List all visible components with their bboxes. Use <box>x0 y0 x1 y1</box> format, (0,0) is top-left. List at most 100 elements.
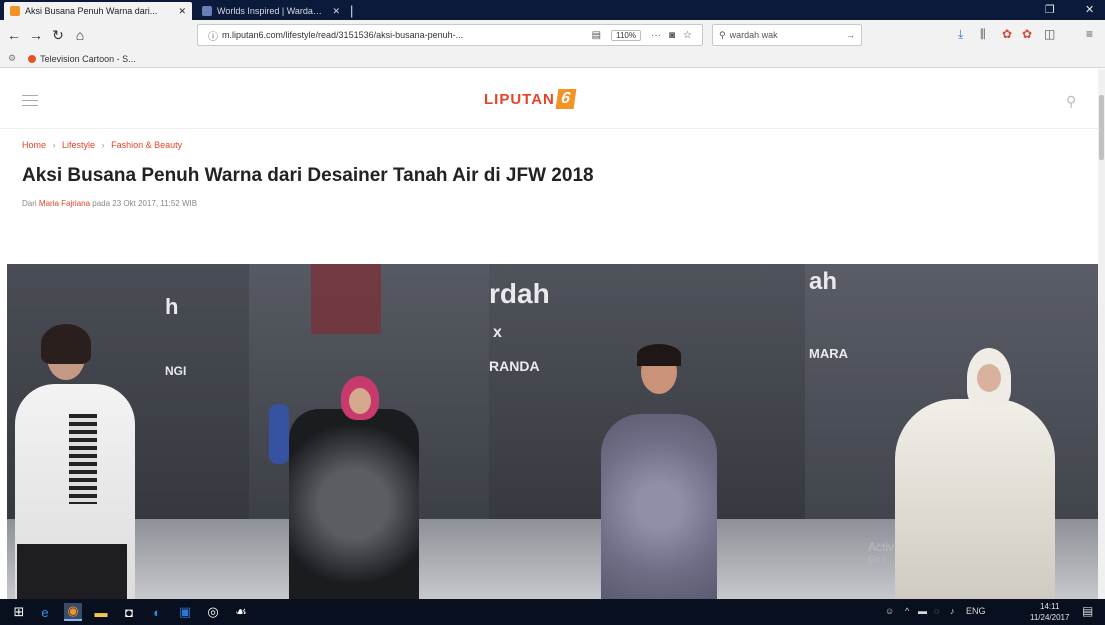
gear-icon: ⚙ <box>8 53 17 63</box>
article-hero-image[interactable]: h NGI rdah x RANDA ah MARA <box>7 264 1098 599</box>
volume-icon[interactable]: ♪ <box>950 606 955 616</box>
sidebar-icon[interactable]: ◫ <box>1044 27 1055 41</box>
notification-icon[interactable]: ▤ <box>1082 604 1093 618</box>
forward-icon[interactable]: → <box>26 25 46 45</box>
extension-2-icon[interactable]: ✿ <box>1022 27 1032 41</box>
search-go-icon[interactable]: → <box>846 30 855 40</box>
model-hair <box>637 344 681 366</box>
app-2-icon[interactable]: ◎ <box>204 603 222 621</box>
window-restore-icon[interactable]: ❐ <box>1045 3 1055 16</box>
search-icon: ⚲ <box>719 29 726 40</box>
library-icon[interactable]: ⫼ <box>980 27 986 42</box>
backdrop-text: x <box>493 324 502 341</box>
logo-text: LIPUTAN <box>484 90 555 108</box>
windows-start-icon[interactable]: ⊞ <box>10 603 28 621</box>
close-tab-icon[interactable]: ✕ <box>332 6 340 17</box>
gallery-panel-1: h NGI <box>7 264 249 599</box>
reload-icon[interactable]: ↻ <box>48 25 68 45</box>
tray-chevron-icon[interactable]: ^ <box>905 606 909 616</box>
backdrop-text: rdah <box>489 278 550 309</box>
byline-prefix: Dari <box>22 199 37 208</box>
word-icon[interactable]: ▣ <box>176 603 194 621</box>
site-search-icon[interactable]: ⚲ <box>1066 93 1076 110</box>
model-figure <box>895 399 1055 599</box>
breadcrumb-fashion[interactable]: Fashion & Beauty <box>111 140 182 150</box>
home-icon[interactable]: ⌂ <box>70 25 90 45</box>
backdrop-text: MARA <box>809 346 848 361</box>
reader-view-icon[interactable]: ▤ <box>592 30 601 41</box>
firefox-icon[interactable]: ◉ <box>64 603 82 621</box>
article-title: Aksi Busana Penuh Warna dari Desainer Ta… <box>22 165 594 186</box>
tab-title: Aksi Busana Penuh Warna dari... <box>25 6 158 16</box>
author-link[interactable]: Maria Fajriana <box>39 199 90 208</box>
watermark-text: Activ <box>868 540 895 554</box>
bookmark-star-icon[interactable]: ☆ <box>683 30 692 41</box>
byline-date: pada 23 Okt 2017, 11:52 WIB <box>92 199 198 208</box>
model-figure <box>289 409 419 599</box>
back-icon[interactable]: ← <box>4 25 24 45</box>
model-stripes <box>69 414 97 504</box>
file-explorer-icon[interactable]: ▬ <box>92 603 110 621</box>
browser-titlebar: Aksi Busana Penuh Warna dari... ✕ Worlds… <box>0 0 1105 20</box>
breadcrumb-lifestyle[interactable]: Lifestyle <box>62 140 95 150</box>
logo-number: 6 <box>555 89 577 109</box>
new-tab-icon[interactable]: | <box>350 3 353 18</box>
battery-icon[interactable]: ▬ <box>918 606 927 616</box>
page-actions-icon[interactable]: ··· <box>651 30 661 41</box>
backdrop-banner <box>311 264 381 334</box>
downloads-icon[interactable]: ⤓ <box>958 27 963 42</box>
app-icon[interactable]: ◐ <box>148 603 166 621</box>
search-input[interactable] <box>729 30 846 40</box>
url-text[interactable]: m.liputan6.com/lifestyle/read/3151536/ak… <box>222 30 588 40</box>
system-clock[interactable]: 14:11 11/24/2017 <box>1030 601 1069 623</box>
bookmark-favicon-icon <box>28 54 37 63</box>
app-3-icon[interactable]: ☙ <box>232 603 250 621</box>
store-icon[interactable]: ◘ <box>120 603 138 621</box>
backdrop-text: ah <box>809 268 838 295</box>
info-icon[interactable]: ⓘ <box>208 28 218 43</box>
gallery-panel-2 <box>249 264 489 599</box>
tab-wardah[interactable]: Worlds Inspired | Wardah Bea... ✕ <box>196 2 346 20</box>
pocket-icon[interactable]: ◙ <box>669 30 675 41</box>
hamburger-menu-icon[interactable] <box>22 95 38 107</box>
menu-icon[interactable]: ≡ <box>1086 27 1093 41</box>
language-indicator[interactable]: ENG <box>966 606 986 616</box>
close-tab-icon[interactable]: ✕ <box>178 6 186 17</box>
bookmarks-bar: ⚙ Television Cartoon - S... <box>0 50 1105 68</box>
address-bar[interactable]: ⓘ m.liputan6.com/lifestyle/read/3151536/… <box>197 24 703 46</box>
windows-activation-watermark: Activ Go t <box>868 540 894 564</box>
network-icon[interactable]: ◌ <box>934 606 939 616</box>
scrollbar-thumb[interactable] <box>1099 95 1104 160</box>
watermark-subtext: Go t <box>868 554 886 564</box>
model-figure <box>601 414 717 599</box>
windows-taskbar: ⊞ e ◉ ▬ ◘ ◐ ▣ ◎ ☙ ☺ ^ ▬ ◌ ♪ ENG 14:11 11… <box>0 599 1105 625</box>
window-close-icon[interactable]: ✕ <box>1085 3 1094 16</box>
clock-time: 14:11 <box>1040 602 1060 611</box>
search-box[interactable]: ⚲ → <box>712 24 862 46</box>
edge-browser-icon[interactable]: e <box>36 603 54 621</box>
gallery-panel-4: ah MARA <box>805 264 1098 599</box>
tab-article[interactable]: Aksi Busana Penuh Warna dari... ✕ <box>4 2 192 20</box>
site-logo[interactable]: LIPUTAN 6 <box>484 89 577 109</box>
wardah-favicon-icon <box>202 6 212 16</box>
zoom-level[interactable]: 110% <box>611 29 641 41</box>
browser-toolbar: ← → ↻ ⌂ ⓘ m.liputan6.com/lifestyle/read/… <box>0 20 1105 50</box>
model-face <box>977 364 1001 392</box>
model-pants <box>17 544 127 599</box>
breadcrumb: Home › Lifestyle › Fashion & Beauty <box>22 140 182 150</box>
backdrop-text: h <box>165 294 179 319</box>
liputan6-favicon-icon <box>10 6 20 16</box>
background-model <box>269 404 289 464</box>
people-icon[interactable]: ☺ <box>885 606 894 616</box>
model-face <box>349 388 371 414</box>
bookmark-item[interactable]: ⚙ Television Cartoon - S... <box>8 53 136 64</box>
breadcrumb-separator: › <box>101 140 105 150</box>
bookmark-label: Television Cartoon - S... <box>40 53 136 64</box>
clock-date: 11/24/2017 <box>1030 613 1070 622</box>
breadcrumb-home[interactable]: Home <box>22 140 46 150</box>
backdrop-text: RANDA <box>489 358 540 374</box>
gallery-panel-3: rdah x RANDA <box>489 264 805 599</box>
extension-icon[interactable]: ✿ <box>1002 27 1012 41</box>
model-hair <box>41 324 91 364</box>
tab-title: Worlds Inspired | Wardah Bea... <box>217 6 327 16</box>
